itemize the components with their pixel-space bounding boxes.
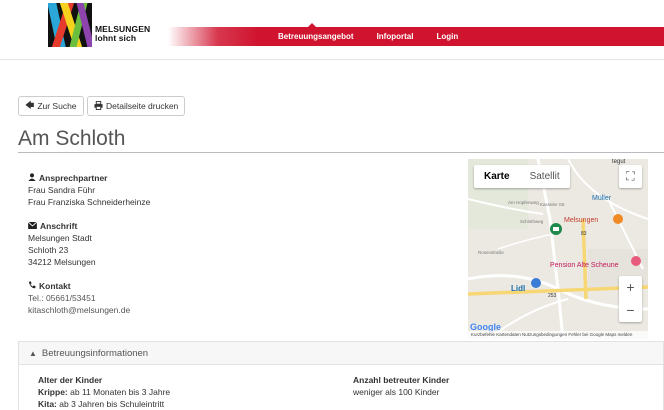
map-widget[interactable]: tegut Müller Melsungen Pension Alte Sche… [468,159,648,339]
contact-heading: Kontakt [28,280,130,292]
count-value: weniger als 100 Kinder [353,387,440,397]
map-label-pension: Pension Alte Scheune [550,262,619,269]
map-label-hopfenweg: Am Hopfenweg [508,200,539,205]
address-line-2: Schloth 23 [28,245,69,255]
site-header: MELSUNGEN lohnt sich Betreuungsangebot I… [0,0,664,60]
phone-number[interactable]: Tel.: 05661/53451 [28,292,130,304]
map-label-schlothweg: Schlothweg [520,219,544,224]
krippe-label: Krippe: [38,387,68,397]
address-line-3: 34212 Melsungen [28,257,96,267]
care-info-panel-header[interactable]: ▲ Betreuungsinformationen [18,341,664,365]
chevron-up-icon: ▲ [29,348,37,358]
map-zoom-control: + − [619,276,642,322]
map-label-83: 83 [581,231,587,237]
person-1: Frau Sandra Führ [28,185,96,195]
user-icon [28,172,36,184]
krippe-value: ab 11 Monaten bis 3 Jahre [70,387,171,397]
main-nav: Betreuungsangebot Infoportal Login [278,27,481,46]
nav-infoportal[interactable]: Infoportal [377,32,414,41]
logo-line2: lohnt sich [95,33,137,43]
map-label-melsungen: Melsungen [564,217,598,224]
kita-label: Kita: [38,399,57,409]
contact-section: Kontakt Tel.: 05661/53451 kitaschloth@me… [28,280,130,316]
persons-heading: Ansprechpartner [28,172,150,184]
print-details-button[interactable]: Detailseite drucken [87,96,186,116]
fullscreen-icon[interactable]: ⛶ [619,165,642,188]
melsungen-logo[interactable] [48,3,92,47]
map-footer[interactable]: Kurzbefehle Kartendaten Nutzungsbedingun… [468,331,648,339]
email-link[interactable]: kitaschloth@melsungen.de [28,304,130,316]
kita-value: ab 3 Jahren bis Schuleintritt [59,399,165,409]
persons-heading-label: Ansprechpartner [39,173,108,183]
address-section: Anschrift Melsungen Stadt Schloth 23 342… [27,220,96,268]
map-label-kasseler: Kasseler Str. [540,202,566,207]
printer-icon [94,100,103,112]
map-tab-satellit[interactable]: Satellit [520,165,570,188]
address-heading: Anschrift [27,220,96,232]
count-column: Anzahl betreuter Kinder weniger als 100 … [353,374,449,398]
map-type-tabs: Karte Satellit [474,165,570,188]
back-to-search-button[interactable]: 🡄 Zur Suche [18,96,84,116]
map-label-253: 253 [548,293,557,299]
phone-icon [28,280,36,292]
age-column: Alter der Kinder Krippe: ab 11 Monaten b… [38,374,170,410]
arrow-left-icon: 🡄 [25,100,35,110]
nav-login[interactable]: Login [436,32,458,41]
map-tab-karte[interactable]: Karte [474,165,520,188]
kita-row: Kita: ab 3 Jahren bis Schuleintritt [38,398,170,410]
contact-heading-label: Kontakt [39,281,71,291]
envelope-icon [27,220,38,232]
address-line-1: Melsungen Stadt [28,233,92,243]
address-heading-label: Anschrift [40,221,78,231]
map-label-rosen: Rosenstraße [478,250,504,255]
page-title: Am Schloth [18,127,126,150]
krippe-row: Krippe: ab 11 Monaten bis 3 Jahre [38,386,170,398]
title-divider [18,152,664,153]
print-label: Detailseite drucken [106,101,179,111]
zoom-out-button[interactable]: − [619,299,642,322]
logo-text: MELSUNGEN lohnt sich [95,25,150,43]
map-label-lidl: Lidl [511,284,525,293]
age-heading: Alter der Kinder [38,375,103,385]
person-2: Frau Franziska Schneiderheinze [28,197,151,207]
map-label-mueller: Müller [592,195,612,202]
care-info-panel-body: Alter der Kinder Krippe: ab 11 Monaten b… [18,365,664,410]
zoom-in-button[interactable]: + [619,276,642,299]
contact-persons-section: Ansprechpartner Frau Sandra Führ Frau Fr… [28,172,150,208]
back-label: Zur Suche [37,101,77,111]
count-heading: Anzahl betreuter Kinder [353,375,450,385]
nav-betreuungsangebot[interactable]: Betreuungsangebot [278,32,354,41]
care-info-heading: Betreuungsinformationen [41,347,149,359]
